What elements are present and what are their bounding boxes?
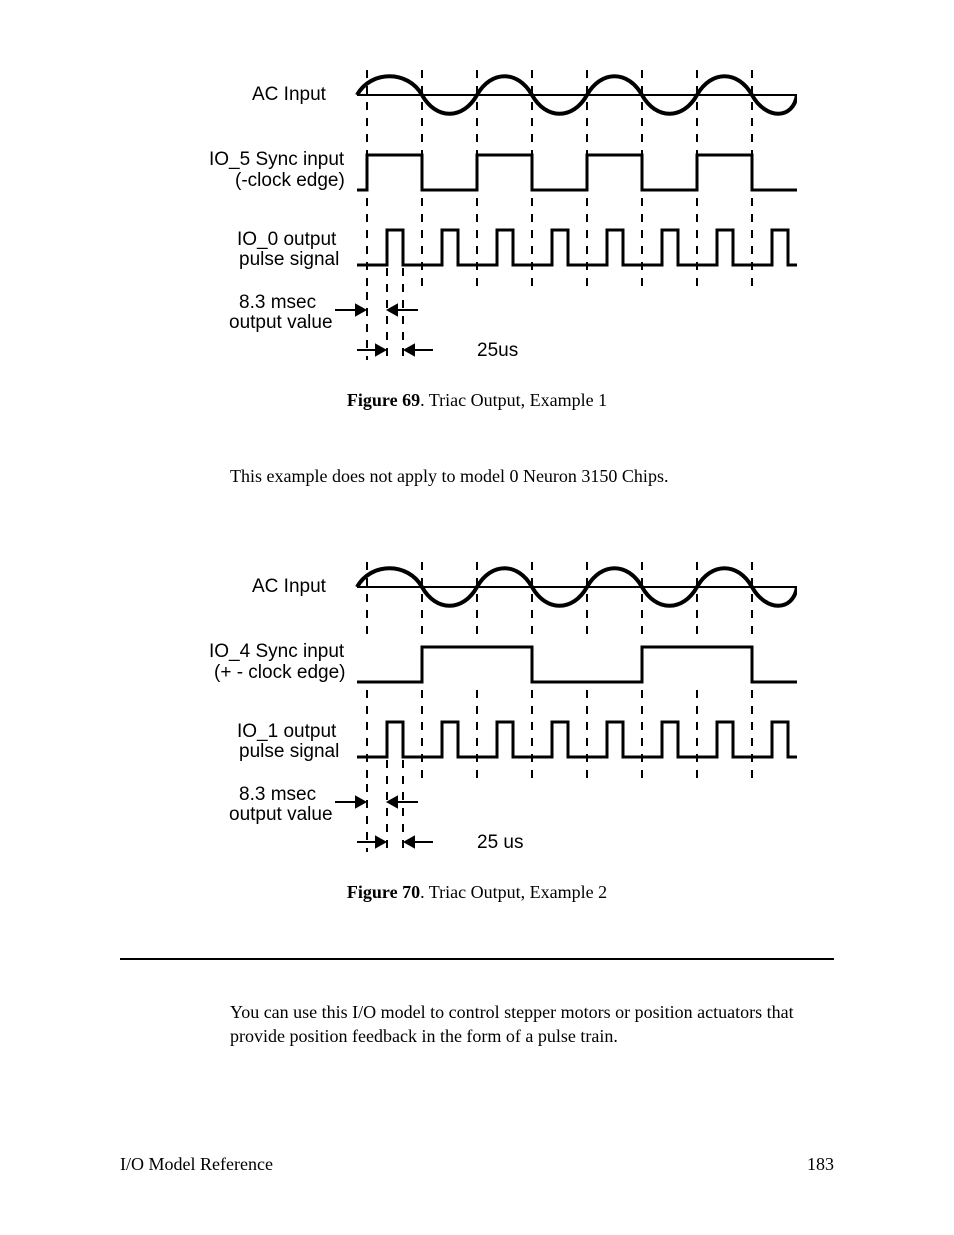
fig69-ms-line1: 8.3 msec xyxy=(239,292,316,313)
fig69-out-line2: pulse signal xyxy=(239,249,339,270)
fig70-us-label: 25 us xyxy=(477,832,523,853)
figure-70-block: AC Input IO_4 Sync input (+ - clock edge… xyxy=(120,552,834,903)
fig69-ac-label: AC Input xyxy=(252,84,327,105)
fig69-sync-line1: IO_5 Sync input xyxy=(209,149,345,170)
section-divider xyxy=(120,958,834,960)
figure-70-diagram: AC Input IO_4 Sync input (+ - clock edge… xyxy=(157,552,797,862)
figure-69-number: Figure 69 xyxy=(347,390,420,410)
figure-69-block: AC Input IO_5 Sync input (-clock edge) I… xyxy=(120,60,834,411)
fig70-ms-line1: 8.3 msec xyxy=(239,784,316,805)
figure-69-caption: Figure 69. Triac Output, Example 1 xyxy=(120,390,834,411)
fig70-out-line2: pulse signal xyxy=(239,741,339,762)
figure-69-diagram: AC Input IO_5 Sync input (-clock edge) I… xyxy=(157,60,797,370)
body-paragraph: You can use this I/O model to control st… xyxy=(230,1000,834,1049)
page: AC Input IO_5 Sync input (-clock edge) I… xyxy=(0,0,954,1235)
fig70-out-line1: IO_1 output xyxy=(237,721,337,742)
figure-70-caption: Figure 70. Triac Output, Example 2 xyxy=(120,882,834,903)
middle-paragraph: This example does not apply to model 0 N… xyxy=(230,466,834,487)
fig69-out-line1: IO_0 output xyxy=(237,229,337,250)
footer-left: I/O Model Reference xyxy=(120,1154,273,1175)
page-footer: I/O Model Reference 183 xyxy=(120,1154,834,1175)
fig69-ms-line2: output value xyxy=(229,312,333,333)
figure-70-title: . Triac Output, Example 2 xyxy=(420,882,607,902)
fig70-ac-label: AC Input xyxy=(252,576,327,597)
fig69-sync-line2: (-clock edge) xyxy=(235,170,345,191)
fig70-sync-line2: (+ - clock edge) xyxy=(214,662,345,683)
fig70-ms-line2: output value xyxy=(229,804,333,825)
figure-70-number: Figure 70 xyxy=(347,882,420,902)
footer-page-number: 183 xyxy=(807,1154,834,1175)
fig70-sync-line1: IO_4 Sync input xyxy=(209,641,345,662)
fig69-us-label: 25us xyxy=(477,340,518,361)
figure-69-title: . Triac Output, Example 1 xyxy=(420,390,607,410)
